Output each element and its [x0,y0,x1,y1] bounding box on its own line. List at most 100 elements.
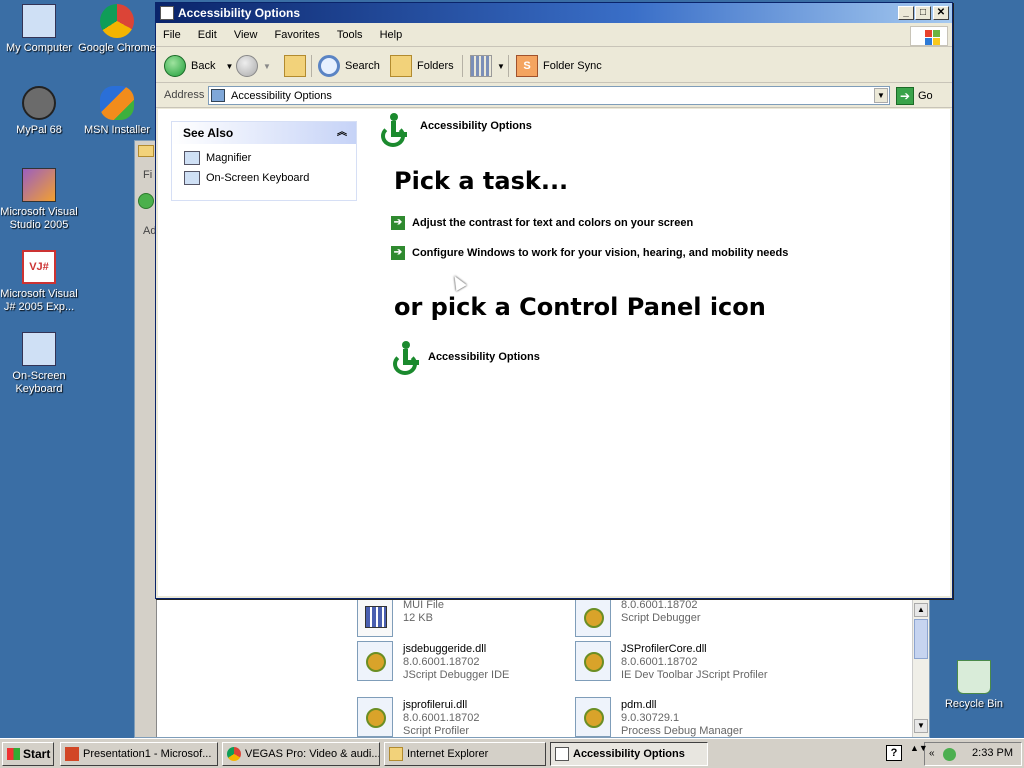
mui-file-icon [357,597,393,637]
task-adjust-contrast[interactable]: ➔ Adjust the contrast for text and colors… [391,215,693,231]
dll-gear-icon [357,697,393,737]
file-description: Script Debugger [621,612,701,624]
desktop-icon-label: Google Chrome [78,42,156,54]
menu-tools[interactable]: Tools [330,25,370,45]
taskbar-button-internet-explorer[interactable]: Internet Explorer [384,742,546,766]
go-button[interactable]: ➔ Go [896,86,933,106]
desktop-icon-label: On-Screen Keyboard [12,370,66,395]
chrome-icon [100,4,134,38]
views-dropdown-icon[interactable]: ▼ [497,62,505,71]
jsharp-icon: VJ# [22,250,56,284]
control-panel-item-label: Accessibility Options [428,351,540,363]
back-button[interactable]: Back ▼ [164,54,233,78]
menu-help[interactable]: Help [373,25,410,45]
scroll-up-icon[interactable]: ▲ [914,603,928,617]
desktop-icon-visual-jsharp[interactable]: VJ# Microsoft Visual J# 2005 Exp... [0,250,78,314]
windows-logo-icon [910,26,948,46]
desktop-icon-on-screen-keyboard[interactable]: On-Screen Keyboard [0,332,78,396]
dll-gear-icon [575,641,611,681]
desktop-icon-google-chrome[interactable]: Google Chrome [78,4,156,55]
desktop-icon-label: MyPal 68 [16,124,62,136]
address-dropdown-icon[interactable]: ▼ [874,88,888,103]
go-label: Go [918,90,933,102]
file-name: pdm.dll [621,699,657,711]
taskbar-button-accessibility-options[interactable]: Accessibility Options [550,742,708,766]
control-panel-item-accessibility-options[interactable]: Accessibility Options [390,341,590,377]
folder-icon [138,145,154,157]
list-item[interactable]: pdm.dll 9.0.30729.1 Process Debug Manage… [575,697,795,743]
search-button[interactable]: Search [318,54,380,78]
menu-file[interactable]: File [156,25,188,45]
file-type: MUI File [403,599,444,611]
file-version: 9.0.30729.1 [621,712,680,724]
dll-gear-icon [575,597,611,637]
back-dropdown-icon[interactable]: ▼ [225,62,233,71]
menu-view[interactable]: View [227,25,265,45]
desktop-icon-my-computer[interactable]: My Computer [0,4,78,55]
control-panel-icon [555,747,569,761]
see-also-link-on-screen-keyboard[interactable]: On-Screen Keyboard [172,168,356,188]
title-bar[interactable]: Accessibility Options _ □ ✕ [156,3,952,23]
menu-bar: File Edit View Favorites Tools Help [156,25,952,47]
visual-studio-icon [22,168,56,202]
task-label: Adjust the contrast for text and colors … [412,217,694,229]
accessibility-icon [390,341,424,375]
desktop-icon-recycle-bin[interactable]: Recycle Bin [935,660,1013,711]
list-item[interactable]: jsdebuggeride.dll 8.0.6001.18702 JScript… [357,641,577,687]
forward-dropdown-icon[interactable]: ▼ [263,62,271,71]
tray-accessibility-icon[interactable] [943,748,956,761]
close-button[interactable]: ✕ [933,6,949,20]
maximize-button[interactable]: □ [915,6,931,20]
scrollbar-thumb[interactable] [914,619,928,659]
folder-sync-button[interactable]: S Folder Sync [516,54,602,78]
content-area: See Also ︽ Magnifier On-Screen Keyboard … [158,109,950,596]
keyboard-icon [22,332,56,366]
menu-favorites[interactable]: Favorites [268,25,327,45]
desktop-icon-label: MSN Installer [83,124,151,136]
clock[interactable]: 2:33 PM [972,747,1013,759]
raccoon-icon [22,86,56,120]
folder-icon [389,747,403,761]
see-also-header[interactable]: See Also ︽ [172,122,356,144]
views-icon [470,55,492,78]
control-panel-icon [211,89,225,102]
minimize-button[interactable]: _ [898,6,914,20]
file-version: 8.0.6001.18702 [403,656,480,668]
see-also-link-magnifier[interactable]: Magnifier [172,148,356,168]
desktop-icon-label: Microsoft Visual Studio 2005 [0,206,78,231]
accessibility-options-window[interactable]: Accessibility Options _ □ ✕ File Edit Vi… [155,2,953,599]
start-button[interactable]: Start [2,742,54,766]
list-item[interactable]: 8.0.6001.18702 Script Debugger [575,597,795,643]
menu-fragment: Fi [143,169,153,181]
back-icon[interactable] [138,193,154,209]
menu-edit[interactable]: Edit [191,25,224,45]
folders-button[interactable]: Folders [390,54,454,78]
see-also-title: See Also [183,126,234,140]
desktop-icon-visual-studio[interactable]: Microsoft Visual Studio 2005 [0,168,78,232]
views-button[interactable]: ▼ [470,54,505,78]
language-bar-arrows-icon[interactable]: ▲▼ [910,744,928,760]
list-item[interactable]: JSProfilerCore.dll 8.0.6001.18702 IE Dev… [575,641,795,687]
tray-expand-chevron-icon[interactable]: « [929,748,942,761]
back-arrow-icon [164,55,186,78]
pick-icon-heading: or pick a Control Panel icon [394,293,766,321]
up-folder-button[interactable] [284,54,311,78]
window-title: Accessibility Options [178,6,301,20]
taskbar-button-vegas[interactable]: VEGAS Pro: Video & audi... [222,742,380,766]
help-icon[interactable]: ? [886,745,902,761]
list-item[interactable]: MUI File 12 KB [357,597,577,643]
taskbar-button-label: Presentation1 - Microsof... [83,748,212,760]
collapse-chevron-icon[interactable]: ︽ [334,125,350,141]
desktop-icon-mypal[interactable]: MyPal 68 [0,86,78,137]
taskbar-button-presentation[interactable]: Presentation1 - Microsof... [60,742,218,766]
address-input[interactable]: Accessibility Options ▼ [208,86,890,105]
forward-button[interactable]: ▼ [236,54,271,78]
folders-label: Folders [417,60,454,72]
desktop-icon-msn-installer[interactable]: MSN Installer [78,86,156,137]
scroll-down-icon[interactable]: ▼ [914,719,928,733]
file-name: jsprofilerui.dll [403,699,468,711]
address-bar: Address Accessibility Options ▼ ➔ Go [156,84,952,108]
task-configure-windows[interactable]: ➔ Configure Windows to work for your visi… [391,245,788,261]
category-title: Accessibility Options [420,120,532,132]
list-item[interactable]: jsprofilerui.dll 8.0.6001.18702 Script P… [357,697,577,743]
